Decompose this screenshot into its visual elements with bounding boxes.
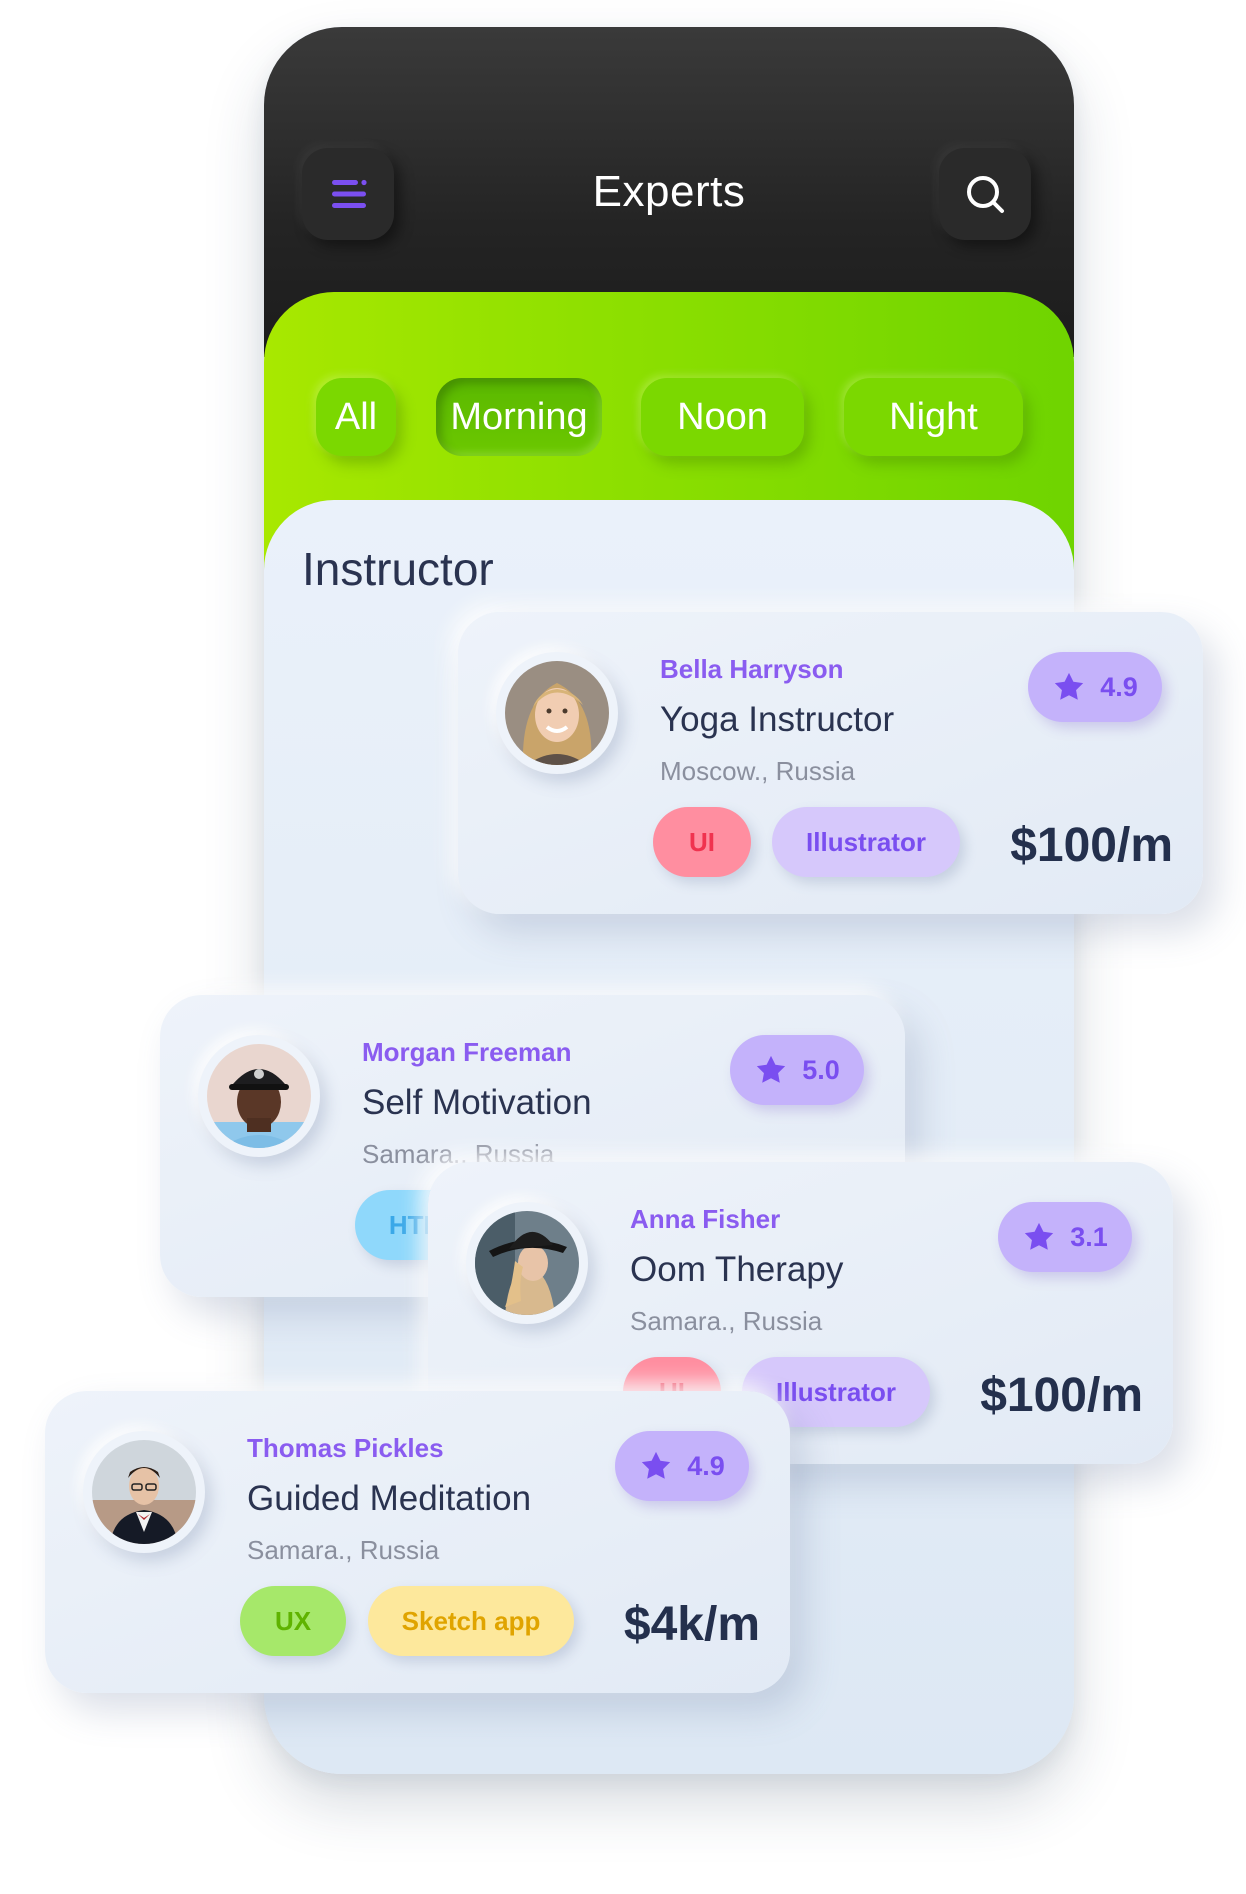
expert-location: Moscow., Russia bbox=[660, 756, 856, 786]
expert-name: Thomas Pickles bbox=[247, 1433, 444, 1463]
avatar bbox=[83, 1431, 205, 1553]
avatar-photo bbox=[207, 1044, 311, 1148]
skill-tag[interactable]: Sketch app bbox=[368, 1586, 574, 1656]
expert-role: Yoga Instructor bbox=[660, 700, 895, 739]
avatar bbox=[198, 1035, 320, 1157]
expert-location: Samara., Russia bbox=[247, 1535, 440, 1565]
expert-name: Anna Fisher bbox=[630, 1204, 781, 1234]
expert-card[interactable]: Thomas Pickles Guided Meditation Samara.… bbox=[45, 1391, 790, 1693]
skill-tag[interactable]: UX bbox=[240, 1586, 346, 1656]
star-icon bbox=[757, 1055, 786, 1083]
expert-role: Oom Therapy bbox=[630, 1250, 844, 1289]
filter-chip-noon[interactable]: Noon bbox=[641, 378, 804, 456]
price-label: $100/m bbox=[1010, 819, 1173, 872]
rating-badge: 3.1 bbox=[998, 1202, 1132, 1272]
search-button[interactable] bbox=[939, 148, 1031, 240]
section-title: Instructor bbox=[302, 543, 494, 595]
star-icon bbox=[1055, 672, 1084, 700]
avatar-photo bbox=[475, 1211, 579, 1315]
avatar-photo bbox=[92, 1440, 196, 1544]
filter-chip-night[interactable]: Night bbox=[844, 378, 1023, 456]
expert-card[interactable]: Bella Harryson Yoga Instructor Moscow., … bbox=[458, 612, 1203, 914]
skill-tag[interactable]: UI bbox=[653, 807, 751, 877]
rating-badge: 4.9 bbox=[1028, 652, 1162, 722]
expert-name: Morgan Freeman bbox=[362, 1037, 572, 1067]
filter-chip-morning[interactable]: Morning bbox=[436, 378, 602, 456]
rating-value: 4.9 bbox=[1100, 671, 1138, 702]
expert-name: Bella Harryson bbox=[660, 654, 844, 684]
expert-role: Guided Meditation bbox=[247, 1479, 532, 1518]
expert-role: Self Motivation bbox=[362, 1083, 592, 1122]
price-label: $4k/m bbox=[623, 1598, 760, 1651]
search-icon bbox=[967, 176, 1004, 213]
star-icon bbox=[642, 1451, 671, 1479]
rating-value: 5.0 bbox=[802, 1054, 840, 1085]
filter-chip-all[interactable]: All bbox=[316, 378, 396, 456]
rating-value: 4.9 bbox=[687, 1450, 725, 1481]
star-icon bbox=[1025, 1222, 1054, 1250]
expert-location: Samara., Russia bbox=[630, 1306, 823, 1336]
skill-tag[interactable]: Illustrator bbox=[772, 807, 960, 877]
rating-value: 3.1 bbox=[1070, 1221, 1108, 1252]
rating-badge: 4.9 bbox=[615, 1431, 749, 1501]
avatar bbox=[496, 652, 618, 774]
rating-badge: 5.0 bbox=[730, 1035, 864, 1105]
avatar bbox=[466, 1202, 588, 1324]
avatar-photo bbox=[505, 661, 609, 765]
price-label: $100/m bbox=[980, 1369, 1143, 1422]
